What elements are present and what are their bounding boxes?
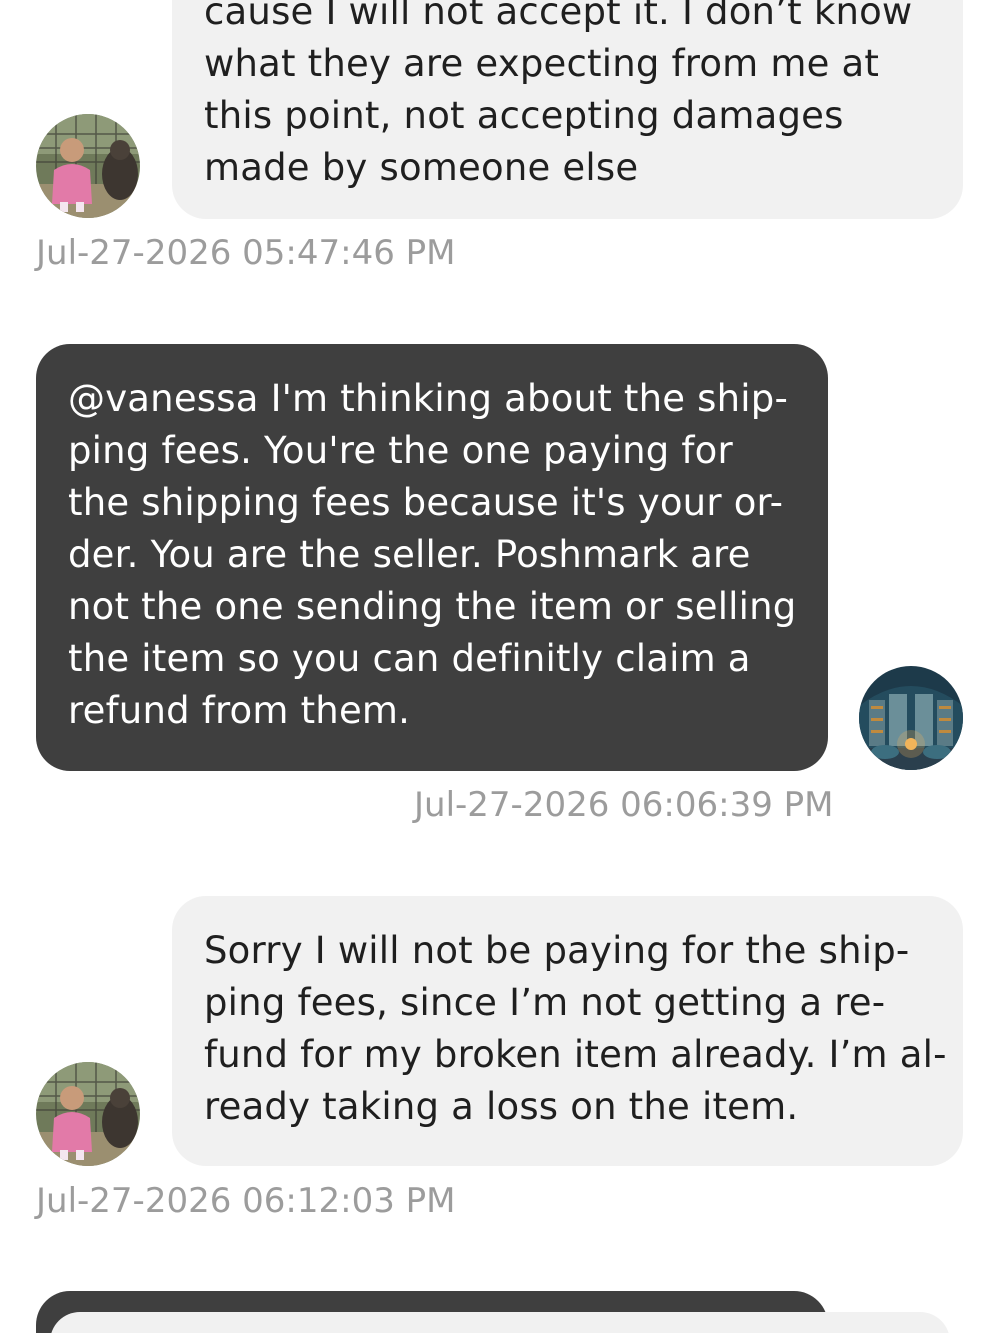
message-2-line-7: refund from them. xyxy=(68,689,411,732)
seller-avatar[interactable] xyxy=(859,666,963,770)
message-1-line-3: this point, not accepting damages xyxy=(204,94,844,137)
message-1-line-2: what they are expecting from me at xyxy=(204,42,880,85)
message-1-timestamp: Jul-27-2026 05:47:46 PM xyxy=(36,233,456,273)
message-bubble-1[interactable]: cause I will not accept it. I don’t know… xyxy=(172,0,963,219)
message-bubble-3[interactable]: Sorry I will not be paying for the ship-… xyxy=(172,896,963,1166)
message-3-line-3: fund for my broken item already. I’m al- xyxy=(204,1033,947,1076)
library-room-avatar-image xyxy=(859,666,963,770)
message-2-timestamp: Jul-27-2026 06:06:39 PM xyxy=(414,785,834,825)
message-3-line-1: Sorry I will not be paying for the ship- xyxy=(204,929,910,972)
chat-thread: cause I will not accept it. I don’t know… xyxy=(0,0,1000,1333)
message-bubble-5-partial[interactable] xyxy=(50,1312,950,1333)
buyer-avatar-2[interactable] xyxy=(36,1062,140,1166)
message-2-line-2: ping fees. You're the one paying for xyxy=(68,429,733,472)
message-2-line-3: the shipping fees because it's your or- xyxy=(68,481,784,524)
child-with-animal-avatar-image xyxy=(36,114,140,218)
message-2-line-6: the item so you can definitly claim a xyxy=(68,637,751,680)
message-2-line-1: @vanessa I'm thinking about the ship- xyxy=(68,377,788,420)
message-1-line-1: cause I will not accept it. I don’t know xyxy=(204,0,913,33)
message-3-line-4: ready taking a loss on the item. xyxy=(204,1085,799,1128)
buyer-avatar[interactable] xyxy=(36,114,140,218)
message-1-line-4: made by someone else xyxy=(204,146,639,189)
message-3-timestamp: Jul-27-2026 06:12:03 PM xyxy=(36,1181,456,1221)
message-2-line-5: not the one sending the item or selling xyxy=(68,585,797,628)
message-3-line-2: ping fees, since I’m not getting a re- xyxy=(204,981,886,1024)
message-2-line-4: der. You are the seller. Poshmark are xyxy=(68,533,751,576)
message-bubble-2[interactable]: @vanessa I'm thinking about the ship- pi… xyxy=(36,344,828,771)
child-with-animal-avatar-image-2 xyxy=(36,1062,140,1166)
